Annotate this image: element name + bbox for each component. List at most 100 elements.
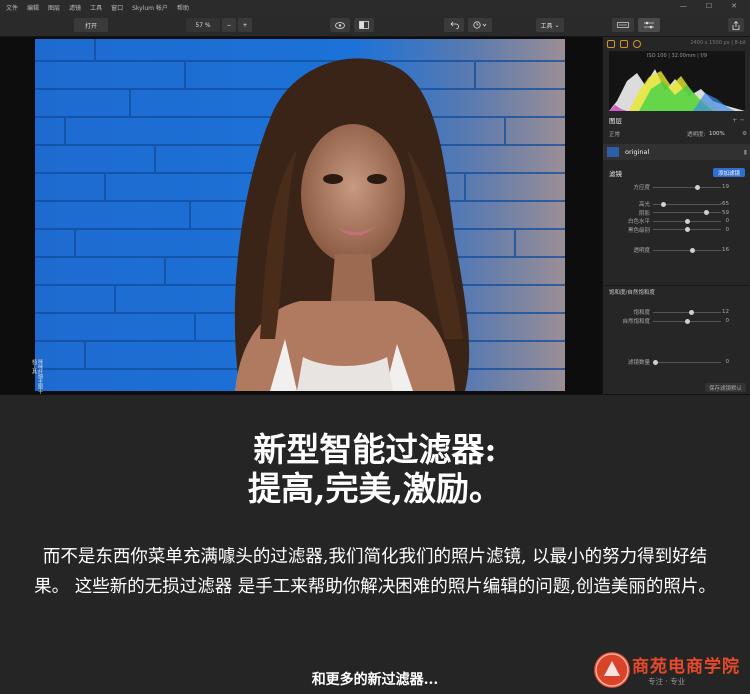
body-text: 而不是东西你菜单充满噱头的过滤器,我们简化我们的照片滤镜, 以最小的努力得到好结…	[34, 547, 716, 597]
zoom-level[interactable]: 57 %	[186, 18, 220, 32]
open-button[interactable]: 打开	[74, 18, 108, 32]
saturation-subsection-header[interactable]: 饱和度/自然饱和度	[603, 285, 750, 297]
layers-title: 图层	[609, 117, 622, 125]
preview-eye-icon[interactable]	[330, 18, 350, 32]
layer-name: original	[625, 148, 650, 156]
layer-thumbnail	[607, 147, 619, 157]
gear-icon[interactable]: ⚙	[742, 131, 747, 137]
slider-track[interactable]	[653, 247, 721, 253]
slider-label: 透明度	[633, 248, 650, 254]
slider-top[interactable]: 方应度 19	[603, 182, 750, 192]
logo-name: 商苑电商学院	[632, 657, 740, 677]
slider-value: 16	[722, 247, 729, 253]
layers-section-header[interactable]: 图层 + −	[603, 114, 750, 126]
menu-filters[interactable]: 滤镜	[69, 3, 81, 12]
history-icon[interactable]	[468, 18, 492, 32]
layer-item-original[interactable]: original ▮	[603, 144, 750, 160]
slider-knob[interactable]	[690, 247, 696, 253]
layouts-icon[interactable]	[612, 18, 634, 32]
window-controls: — ☐ ✕	[680, 2, 746, 10]
menu-window[interactable]: 窗口	[111, 3, 123, 12]
editor-window: 文件 编辑 图层 滤镜 工具 窗口 Skylum 帐户 帮助 — ☐ ✕ 打开 …	[0, 0, 750, 395]
slider-value: 0	[725, 226, 730, 233]
tools-menu-button[interactable]: 工具 ⌄	[536, 18, 564, 32]
minimize-button[interactable]: —	[680, 2, 687, 10]
slider-value: 0	[725, 318, 730, 324]
adjust-sliders-icon[interactable]	[638, 18, 660, 32]
menu-edit[interactable]: 编辑	[27, 3, 39, 12]
watermark-logo: 商苑电商学院 专注 · 专业	[594, 652, 746, 690]
toolbar: 打开 57 % − + 工具 ⌄	[0, 14, 750, 37]
slider-value: 12	[722, 309, 729, 315]
slider-row[interactable]: 自然饱和度 0	[603, 316, 750, 326]
slider-label: 滤镜数量	[627, 360, 650, 366]
slider-row[interactable]: 黑色级别 0	[603, 225, 750, 235]
zoom-out-button[interactable]: −	[222, 18, 236, 32]
headline-line-1: 新型智能过滤器:	[253, 430, 497, 469]
headline-line-2: 提高,完美,激励。	[248, 469, 502, 508]
opacity-value[interactable]: 100%	[709, 131, 725, 137]
slider-knob[interactable]	[684, 318, 690, 324]
maximize-button[interactable]: ☐	[706, 2, 712, 10]
undo-icon[interactable]	[444, 18, 464, 32]
blend-mode-select[interactable]: 正常	[609, 130, 620, 138]
slider-value: 59	[722, 209, 729, 216]
histogram: ISO 100 | 32.00mm | f/9	[609, 51, 745, 111]
slider-row[interactable]: 透明度 16	[603, 245, 750, 255]
slider-value: 0	[725, 359, 730, 365]
slider-track[interactable]	[653, 318, 721, 324]
photo-side-text: 咪咪纤细主图十档工具	[31, 359, 43, 394]
saturation-subsection-title: 饱和度/自然饱和度	[609, 289, 655, 296]
lock-icon: ▮	[743, 148, 747, 156]
export-icon[interactable]	[728, 18, 744, 32]
slider-track[interactable]	[653, 218, 721, 224]
chevron-down-icon: ⌄	[554, 21, 560, 29]
slider-knob[interactable]	[689, 309, 695, 315]
image-canvas[interactable]: 咪咪纤细主图十档工具	[0, 37, 602, 394]
menu-account[interactable]: Skylum 帐户	[132, 3, 168, 12]
layers-actions[interactable]: + −	[732, 116, 745, 124]
slider-knob[interactable]	[684, 227, 690, 232]
menu-tools[interactable]: 工具	[90, 3, 102, 12]
filters-title: 滤镜	[609, 170, 622, 178]
slider-track[interactable]	[653, 210, 721, 215]
portrait-photo	[35, 39, 565, 391]
menu-bar: 文件 编辑 图层 滤镜 工具 窗口 Skylum 帐户 帮助 — ☐ ✕	[0, 0, 750, 14]
slider-track[interactable]	[653, 359, 721, 365]
zoom-in-button[interactable]: +	[238, 18, 252, 32]
filters-section-header[interactable]: 滤镜 添加滤镜	[603, 167, 750, 179]
slider-label: 饱和度	[633, 310, 650, 316]
slider-label: 自然饱和度	[622, 319, 650, 325]
logo-emblem-icon	[594, 652, 630, 688]
slider-track[interactable]	[653, 201, 721, 207]
slider-value: -65	[720, 201, 729, 207]
close-button[interactable]: ✕	[731, 2, 737, 10]
slider-knob[interactable]	[704, 210, 709, 215]
slider-track[interactable]	[653, 184, 721, 190]
logo-tagline: 专注 · 专业	[648, 677, 686, 686]
slider-label: 方应度	[633, 185, 650, 191]
menu-file[interactable]: 文件	[6, 3, 18, 12]
slider-track[interactable]	[653, 227, 721, 232]
slider-filter-amount[interactable]: 滤镜数量 0	[603, 357, 750, 367]
slider-value: 19	[722, 184, 729, 190]
slider-knob[interactable]	[653, 359, 658, 365]
slider-label: 黑色级别	[627, 227, 650, 234]
slider-knob[interactable]	[661, 201, 667, 207]
add-filter-button[interactable]: 添加滤镜	[712, 168, 745, 177]
compare-icon[interactable]	[354, 18, 374, 32]
layer-options: 正常 透明度: 100% ⚙	[603, 129, 750, 139]
slider-knob[interactable]	[695, 184, 701, 190]
menu-layers[interactable]: 图层	[48, 3, 60, 12]
adjustments-panel: 2400 x 1500 px | 8-bit ISO 100 | 32.00mm…	[602, 37, 750, 394]
image-icon[interactable]	[607, 40, 615, 48]
headline: 新型智能过滤器: 提高,完美,激励。	[0, 430, 750, 508]
slider-knob[interactable]	[684, 218, 690, 224]
menu-help[interactable]: 帮助	[177, 3, 189, 12]
info-icon[interactable]	[633, 40, 641, 48]
opacity-label: 透明度:	[687, 132, 706, 138]
slider-track[interactable]	[653, 309, 721, 315]
layers-icon[interactable]	[620, 40, 628, 48]
save-filter-default-button[interactable]: 保存滤镜默认	[704, 383, 746, 392]
tools-label: 工具	[540, 22, 553, 30]
